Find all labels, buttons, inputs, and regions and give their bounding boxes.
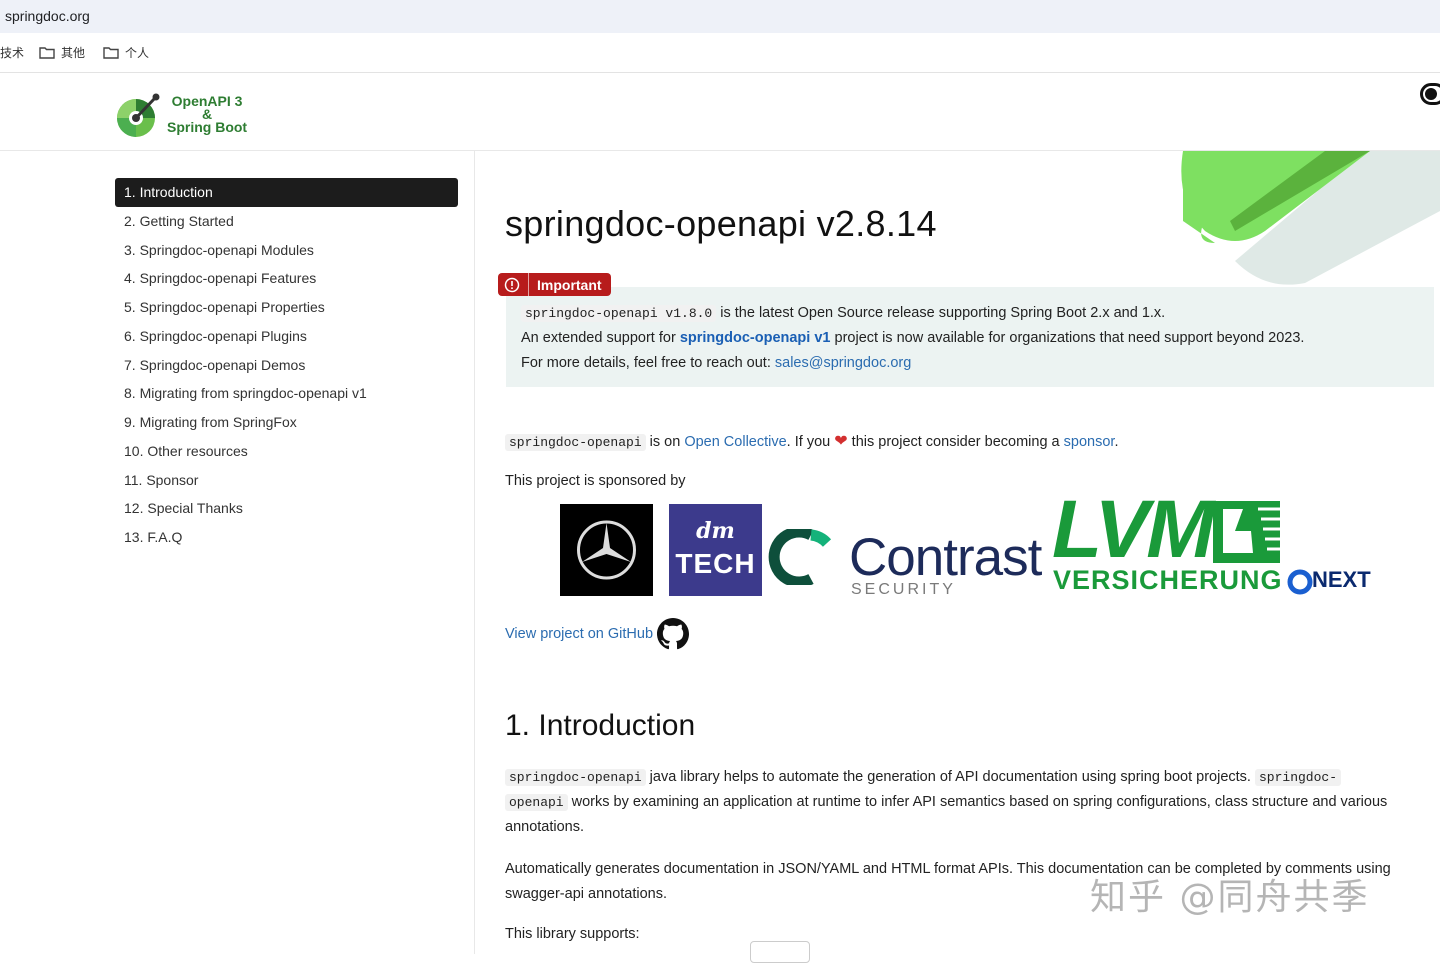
url-text[interactable]: springdoc.org (5, 8, 90, 24)
page-title: springdoc-openapi v2.8.14 (505, 203, 937, 244)
contrast-security-label: SECURITY (851, 581, 956, 598)
sponsors-row: dm TECH Contrast SECURITY LVM VERSICHERU… (560, 484, 1390, 601)
site-header: OpenAPI 3 & Spring Boot (0, 73, 1440, 151)
sponsor-link[interactable]: sponsor (1064, 434, 1115, 450)
sponsored-by-text: This project is sponsored by (505, 473, 686, 489)
bookmark-label: 其他 (61, 46, 86, 60)
theme-toggle[interactable] (1420, 83, 1440, 105)
intro-code-1: springdoc-openapi (505, 769, 646, 786)
introduction-heading: 1. Introduction (505, 709, 696, 742)
heart-icon: ❤ (834, 433, 848, 450)
note-line-2-post: project is now available for organizatio… (830, 330, 1305, 346)
collective-paragraph: springdoc-openapi is on Open Collective.… (505, 429, 1118, 455)
sidebar-item-plugins[interactable]: 6. Springdoc-openapi Plugins (115, 322, 458, 351)
sidebar-item-migrating-springfox[interactable]: 9. Migrating from SpringFox (115, 408, 458, 437)
intro-text-1: java library helps to automate the gener… (645, 769, 1255, 785)
important-note: springdoc-openapi v1.8.0 is the latest O… (506, 287, 1434, 387)
important-badge: Important (498, 273, 611, 296)
alert-circle-icon (504, 277, 520, 292)
sidebar-item-introduction[interactable]: 1. Introduction (115, 178, 458, 207)
intro-paragraph-1: springdoc-openapi java library helps to … (505, 765, 1410, 840)
sidebar-item-special-thanks[interactable]: 12. Special Thanks (115, 494, 458, 523)
intro-text-2: works by examining an application at run… (505, 794, 1388, 835)
logo-text[interactable]: OpenAPI 3 & Spring Boot (167, 94, 248, 135)
sidebar-item-features[interactable]: 4. Springdoc-openapi Features (115, 264, 458, 293)
lvm-logo[interactable]: LVM (1052, 483, 1215, 577)
intro-code-2a: springdoc- (1255, 769, 1342, 786)
bookmark-other[interactable]: 其他 (39, 44, 85, 61)
intro-code-2b: openapi (505, 794, 568, 811)
collective-text-1: is on (645, 434, 685, 450)
github-icon[interactable] (657, 618, 690, 650)
note-line-1: is the latest Open Source release suppor… (716, 305, 1166, 321)
bookmark-label: 技术 (0, 46, 25, 60)
mercedes-logo[interactable] (560, 504, 653, 596)
bookmark-tech[interactable]: 技术 (0, 44, 24, 61)
springdoc-v1-link[interactable]: springdoc-openapi v1 (680, 330, 831, 346)
project-code: springdoc-openapi (505, 434, 646, 451)
sidebar-item-demos[interactable]: 7. Springdoc-openapi Demos (115, 351, 458, 380)
sidebar-item-sponsor[interactable]: 11. Sponsor (115, 466, 458, 495)
intro-paragraph-3: This library supports: (505, 926, 640, 942)
watermark-text: 知乎 @同舟共季 (1090, 877, 1370, 918)
lvm-emblem-icon (1213, 501, 1280, 563)
github-link[interactable]: View project on GitHub (505, 626, 653, 642)
next-logo[interactable]: NEXT (1312, 567, 1371, 593)
dm-label: dm (696, 518, 735, 544)
sidebar-item-getting-started[interactable]: 2. Getting Started (115, 207, 458, 236)
bookmark-label: 个人 (125, 46, 150, 60)
sidebar-item-faq[interactable]: 13. F.A.Q (115, 523, 458, 552)
note-line-2-pre: An extended support for (521, 330, 680, 346)
sidebar-item-migrating-v1[interactable]: 8. Migrating from springdoc-openapi v1 (115, 379, 458, 408)
bookmark-personal[interactable]: 个人 (103, 44, 149, 61)
bookmarks-bar: 技术 其他 个人 (0, 33, 1440, 73)
openapi-logo-icon[interactable] (114, 93, 162, 139)
folder-icon (103, 47, 119, 59)
collective-text-3: this project consider becoming a (847, 434, 1064, 450)
main-content: springdoc-openapi v2.8.14 springdoc-open… (475, 151, 1440, 954)
scroll-top-button[interactable] (750, 941, 810, 963)
sidebar-item-modules[interactable]: 3. Springdoc-openapi Modules (115, 236, 458, 265)
logo-line-3: Spring Boot (167, 119, 248, 135)
sidebar-item-properties[interactable]: 5. Springdoc-openapi Properties (115, 293, 458, 322)
versicherung-label: VERSICHERUNG (1053, 565, 1283, 595)
contrast-logo[interactable]: Contrast (849, 527, 1042, 588)
dm-tech-logo[interactable]: dm TECH (669, 504, 762, 596)
collective-text-4: . (1114, 434, 1119, 450)
github-link-row[interactable]: View project on GitHub (505, 618, 690, 650)
mercedes-star-icon (577, 520, 636, 580)
collective-text-2: . If you (786, 434, 835, 450)
sidebar-item-other-resources[interactable]: 10. Other resources (115, 437, 458, 466)
sales-email-link[interactable]: sales@springdoc.org (775, 355, 911, 371)
open-collective-link[interactable]: Open Collective (684, 434, 786, 450)
sidebar-nav: 1. Introduction 2. Getting Started 3. Sp… (0, 151, 475, 954)
c-logo-icon[interactable] (767, 529, 831, 585)
version-code: springdoc-openapi v1.8.0 (521, 305, 717, 322)
folder-icon (39, 47, 55, 59)
tech-label: TECH (675, 548, 756, 579)
important-label: Important (537, 276, 602, 293)
address-bar[interactable]: springdoc.org (0, 0, 1440, 33)
note-line-3-pre: For more details, feel free to reach out… (521, 355, 775, 371)
